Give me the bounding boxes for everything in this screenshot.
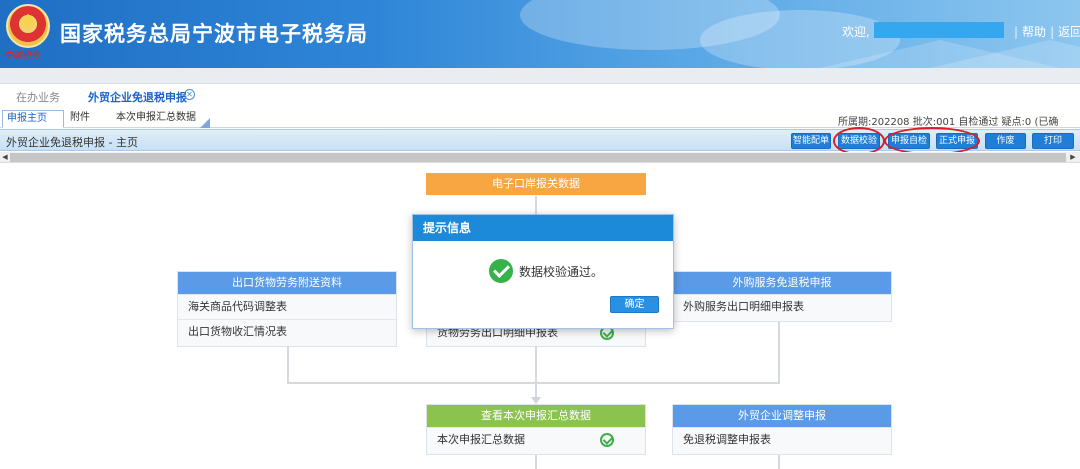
flow-node-title: 查看本次申报汇总数据 xyxy=(427,405,645,427)
subtab-main-page[interactable]: 申报主页 xyxy=(2,110,64,128)
flow-connector xyxy=(287,347,289,383)
flow-node-purchase-service: 外购服务免退税申报 外购服务出口明细申报表 xyxy=(672,271,892,322)
flow-node-title: 电子口岸报关数据 xyxy=(426,173,646,195)
dialog-title: 提示信息 xyxy=(413,215,673,241)
close-icon[interactable]: ✕ xyxy=(184,89,195,100)
flow-node-adjust: 外贸企业调整申报 免退税调整申报表 xyxy=(672,404,892,455)
flow-connector xyxy=(535,195,537,215)
flow-node-title: 外购服务免退税申报 xyxy=(673,272,891,294)
site-title: 国家税务总局宁波市电子税务局 xyxy=(60,23,368,46)
period-info: 所属期:202208 批次:001 自检通过 疑点:0 (已确 xyxy=(838,117,1059,128)
ok-button[interactable]: 确定 xyxy=(610,296,659,313)
data-validate-button[interactable]: 数据校验 xyxy=(838,133,880,149)
help-link[interactable]: 帮助 xyxy=(1022,25,1046,39)
tab-in-progress[interactable]: 在办业务 xyxy=(16,89,60,105)
back-link[interactable]: 返回 xyxy=(1058,25,1080,39)
flow-row-label: 本次申报汇总数据 xyxy=(437,433,525,446)
tab-export-refund[interactable]: 外贸企业免退税申报 xyxy=(88,89,187,105)
info-dialog: 提示信息 数据校验通过。 确定 xyxy=(412,214,674,329)
flow-link-summary-data[interactable]: 本次申报汇总数据 xyxy=(427,427,645,452)
flow-link-purchase-detail[interactable]: 外购服务出口明细申报表 xyxy=(673,294,891,319)
tab-corner-decoration xyxy=(200,118,210,128)
username-redacted xyxy=(874,22,1004,38)
header-links: | 帮助 | 返回 xyxy=(1010,23,1080,40)
flow-link-refund-adjust[interactable]: 免退税调整申报表 xyxy=(673,427,891,452)
flow-link-hs-code-adjust[interactable]: 海关商品代码调整表 xyxy=(178,294,396,319)
scroll-left-icon[interactable]: ◀ xyxy=(0,152,10,163)
site-header: 中国税务 国家税务总局宁波市电子税务局 欢迎, | 帮助 | 返回 xyxy=(0,0,1080,68)
void-button[interactable]: 作废 xyxy=(985,133,1026,149)
flow-connector xyxy=(778,322,780,384)
toolbar: 外贸企业免退税申报 - 主页 智能配单 数据校验 申报自检 正式申报 作废 打印 xyxy=(0,127,1080,155)
main-tab-bar: 在办业务 外贸企业免退税申报 ✕ xyxy=(0,86,1080,108)
flow-node-title: 出口货物劳务附送资料 xyxy=(178,272,396,294)
flow-arrow-icon xyxy=(531,397,541,404)
smart-match-button[interactable]: 智能配单 xyxy=(791,133,831,149)
horizontal-scrollbar[interactable]: ◀ ▶ xyxy=(0,152,1080,163)
toolbar-title: 外贸企业免退税申报 - 主页 xyxy=(6,136,138,149)
flow-connector xyxy=(778,455,780,469)
header-substrip xyxy=(0,68,1080,84)
flow-node-export-attachments: 出口货物劳务附送资料 海关商品代码调整表 出口货物收汇情况表 xyxy=(177,271,397,347)
scrollbar-thumb[interactable] xyxy=(10,153,1066,162)
flow-connector xyxy=(287,382,779,384)
welcome-text: 欢迎, xyxy=(842,25,870,39)
flow-node-customs-data[interactable]: 电子口岸报关数据 xyxy=(426,173,646,196)
subtab-summary-data[interactable]: 本次申报汇总数据 xyxy=(112,110,200,128)
flow-node-title: 外贸企业调整申报 xyxy=(673,405,891,427)
subtab-attachment[interactable]: 附件 xyxy=(66,110,94,128)
success-check-icon xyxy=(489,259,513,283)
flow-connector xyxy=(535,347,537,399)
scroll-right-icon[interactable]: ▶ xyxy=(1068,152,1078,163)
check-icon xyxy=(600,433,614,447)
self-check-button[interactable]: 申报自检 xyxy=(888,133,930,149)
print-button[interactable]: 打印 xyxy=(1032,133,1074,149)
tax-emblem-icon xyxy=(6,4,50,48)
flow-link-receipt-status[interactable]: 出口货物收汇情况表 xyxy=(178,319,396,344)
dialog-message: 数据校验通过。 xyxy=(519,265,604,279)
formal-declare-button[interactable]: 正式申报 xyxy=(936,133,978,149)
emblem-text: 中国税务 xyxy=(4,51,41,61)
flow-node-summary: 查看本次申报汇总数据 本次申报汇总数据 xyxy=(426,404,646,455)
flow-connector xyxy=(535,455,537,469)
